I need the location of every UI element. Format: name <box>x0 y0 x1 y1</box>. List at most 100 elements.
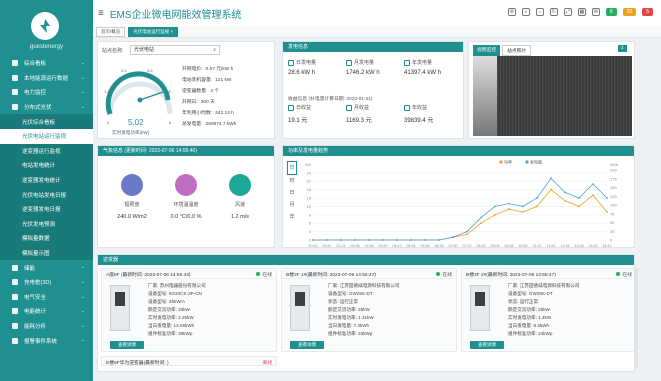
data-point <box>452 236 454 239</box>
message-icon[interactable]: ✉ <box>591 8 600 16</box>
sidebar-item[interactable]: 分布式光伏 ⌄ <box>0 100 93 115</box>
y2-tick-label: 125 <box>610 194 617 199</box>
sidebar-item[interactable]: 充电桩(3D) ⌄ <box>0 275 93 290</box>
search-icon[interactable]: ⌕ <box>521 8 530 16</box>
inverter-info: 厂家: 苏州电器股份有限公司 设备型号: 9G33CK-2P-CN 设备型号: 25… <box>148 282 206 338</box>
sidebar-item[interactable]: 报警事件系统 ⌄ <box>0 333 93 348</box>
gauge-tick: 3.6 <box>147 68 153 73</box>
period-option[interactable]: 日 <box>287 161 297 175</box>
sidebar-item[interactable]: 逆变器运行监视 <box>0 143 93 159</box>
badge-orange[interactable]: 20 <box>622 8 637 16</box>
tab-pv-monitor[interactable]: 光伏电站运行监视 × <box>128 26 179 37</box>
info-value: 0.67 元/kW h <box>205 67 234 72</box>
stat-value: 41397.4 kW h <box>404 70 442 76</box>
badge-red[interactable]: 5 <box>642 8 653 16</box>
stat-label: 日发电量 <box>288 59 316 66</box>
view-details-button[interactable]: 查看详情 <box>110 341 144 349</box>
status-text: 在线 <box>262 273 272 278</box>
view-details-button[interactable]: 查看详情 <box>470 341 504 349</box>
sidebar-item[interactable]: 光伏电站发电日报 <box>0 187 93 202</box>
search-icon[interactable]: ⌕ <box>213 46 216 54</box>
gauge-tick: 2.4 <box>121 68 127 73</box>
y2-tick-label: 25 <box>610 229 615 234</box>
info-key: 年利用小时数: <box>182 111 213 116</box>
inverter-card[interactable]: B楼3F 2#(最新时间: 2023-07-06 14:55:47) 在线 厂家: … <box>461 268 637 352</box>
menu-toggle-icon[interactable]: ≡ <box>98 8 104 19</box>
x-tick-label: 11:54 <box>547 244 556 248</box>
sidebar-item[interactable]: 电力监控 ⌄ <box>0 85 93 100</box>
info-value: 300 天 <box>200 100 215 105</box>
stat-icon <box>346 59 352 66</box>
period-option[interactable]: 年 <box>287 211 297 223</box>
sidebar-item[interactable]: 储能 ⌄ <box>0 260 93 275</box>
sidebar-item-label: 光伏电站发电日报 <box>22 192 67 199</box>
tab-video[interactable]: 视频监控 <box>473 45 501 56</box>
inverter-name: B楼3F 1#(最新时间: 2023-07-06 14:55:47) <box>282 269 456 279</box>
y2-tick-label: 50 <box>610 220 615 225</box>
stat-icon <box>346 104 352 111</box>
y-axis-unit: kW <box>305 162 311 167</box>
station-label: 站点名称: <box>102 48 124 54</box>
gauge-tick: 6 <box>169 120 172 125</box>
sidebar-item[interactable]: 电气安全 ⌄ <box>0 290 93 305</box>
tab-home[interactable]: 首页/概览 <box>96 26 126 37</box>
refresh-icon[interactable]: ↻ <box>549 8 558 16</box>
grid-icon[interactable]: ▦ <box>577 8 586 16</box>
data-point <box>522 211 524 213</box>
sidebar-item[interactable]: 模拟量示图 <box>0 245 93 261</box>
sidebar-item[interactable]: 综合看板 ⌄ <box>0 56 93 71</box>
data-point <box>410 239 412 241</box>
station-info-row: 电站装机容量: 121 kW <box>182 75 236 86</box>
gauge-value: 5.02 <box>128 118 144 127</box>
sidebar-item[interactable]: 光伏电站运行监视 <box>0 128 93 144</box>
x-tick-label: 13:18 <box>575 244 584 248</box>
tab-photos[interactable]: 站点照片 <box>502 45 532 56</box>
camera-feed[interactable] <box>473 56 632 136</box>
username: guestenergy <box>29 44 64 50</box>
sidebar-item[interactable]: 逆变器发电统计 <box>0 172 93 188</box>
station-select[interactable]: 光伏电站 ⌕ <box>130 45 220 55</box>
inverter-vendor: 厂家: 苏州电器股份有限公司 <box>148 283 206 288</box>
sidebar-item[interactable]: 本地能源运行数据 ⌄ <box>0 71 93 86</box>
fullscreen-icon[interactable]: ⤢ <box>563 8 572 16</box>
inverter-title: 逆变器 <box>98 255 634 265</box>
sidebar-item-label: 逆变器运行监视 <box>22 148 61 155</box>
sidebar-item[interactable]: 光伏发电预测 <box>0 216 93 232</box>
x-tick-label: 05:36 <box>421 244 430 248</box>
scrollbar[interactable] <box>634 268 638 368</box>
status-dot-icon <box>436 272 441 276</box>
inverter-image <box>290 285 310 331</box>
view-details-button[interactable]: 查看详情 <box>290 341 324 349</box>
sidebar-item[interactable]: 能耗分析 ⌄ <box>0 319 93 334</box>
chevron-down-icon: ⌄ <box>80 60 85 66</box>
sidebar-item[interactable]: 电站发电统计 <box>0 158 93 173</box>
station-info-row: 开网日: 300 天 <box>182 97 236 108</box>
data-point <box>382 239 384 241</box>
y-tick-label: 0 <box>309 238 312 243</box>
settings-icon[interactable]: ⚙ <box>507 8 516 16</box>
y2-tick-label: 75 <box>610 211 615 216</box>
sidebar-item[interactable]: 电能统计 ⌄ <box>0 304 93 319</box>
station-info: 开网电价: 0.67 元/kW h 电站装机容量: 121 kW 逆变器数量: 4 个开网… <box>182 64 236 130</box>
period-option[interactable]: 日 <box>287 187 297 199</box>
status-badge: 在线 <box>256 271 272 278</box>
inverter-card[interactable]: A座8F (最新时间: 2023-07-06 14:55:43) 在线 厂家: 苏州… <box>101 268 277 352</box>
inverter-offline-row[interactable]: E楼6F华为逆变器(最新时间: ) 离线 <box>101 356 277 366</box>
stat-label: 年发电量 <box>404 59 432 66</box>
menu-icon <box>12 89 18 96</box>
menu-icon <box>12 60 18 67</box>
badge-green[interactable]: 8 <box>605 8 617 16</box>
data-point <box>312 239 314 241</box>
station-panel: 站点名称: 光伏电站 ⌕ 0 1.2 2.4 3.6 4.8 6 5.02 实时发… <box>97 41 275 139</box>
inverter-type: 状态: 运行正常 <box>508 299 539 304</box>
inverter-card[interactable]: B楼3F 1#(最新时间: 2023-07-06 14:55:47) 在线 厂家: … <box>281 268 457 352</box>
sidebar-item[interactable]: 逆变器发电日报 <box>0 201 93 217</box>
bell-icon[interactable]: ♪ <box>535 8 544 16</box>
chevron-down-icon: ⌄ <box>80 89 85 96</box>
period-option[interactable]: 月 <box>287 199 297 211</box>
period-option[interactable]: 时 <box>287 175 297 187</box>
legend-label: 功率 <box>504 159 512 165</box>
sidebar-item[interactable]: 模拟量数据 <box>0 231 93 246</box>
sidebar-item[interactable]: 光伏综合看板 <box>0 114 93 129</box>
sidebar-item-label: 电力监控 <box>24 90 47 97</box>
